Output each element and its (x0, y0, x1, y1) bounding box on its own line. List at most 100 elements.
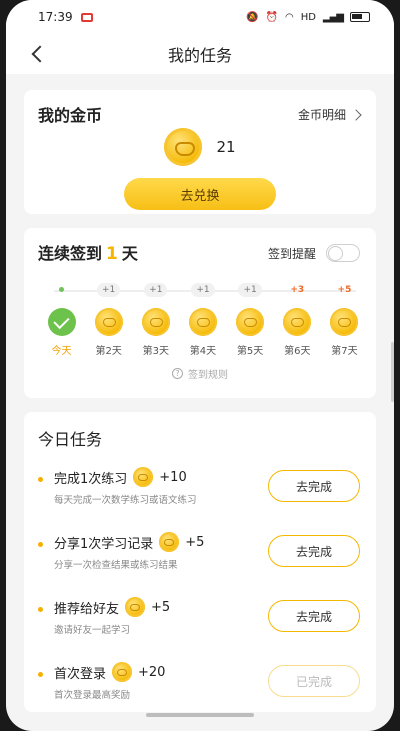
bullet-dot-icon (38, 607, 43, 612)
coins-card: 我的金币 金币明细 21 去兑换 (24, 90, 376, 214)
day-item: 第4天 (179, 308, 226, 357)
day-label: 第4天 (189, 346, 217, 357)
bonus-slot: +1 (132, 283, 179, 297)
task-description: 每天完成一次数学练习或语文练习 (54, 495, 197, 506)
bonus-slot: +1 (227, 283, 274, 297)
bonus-badge: +5 (337, 285, 352, 295)
tasks-card: 今日任务 完成1次练习 +10 每天完成一次数学练习或语文练习 去完成 分享1次… (24, 412, 376, 712)
bonus-row: +1 +1 +1 +1 +3 +5 (38, 283, 368, 297)
coin-icon (330, 308, 359, 336)
task-reward: +5 (151, 599, 171, 615)
bonus-slot: +5 (321, 283, 368, 297)
bonus-badge: +1 (144, 283, 168, 297)
task-go-button[interactable]: 去完成 (268, 470, 360, 502)
tasks-title: 今日任务 (38, 430, 103, 449)
status-right: 🔕 ⏰ ◠ HD ▂▄▆ (246, 12, 370, 23)
task-name: 完成1次练习 (54, 471, 128, 487)
task-description: 邀请好友一起学习 (54, 625, 131, 636)
status-left: 17:39 (38, 10, 93, 24)
alarm-icon: ⏰ (265, 11, 278, 23)
task-name-row: 首次登录 +20 (54, 661, 165, 683)
signin-streak-days: 1 (106, 244, 118, 264)
day-label: 第3天 (142, 346, 169, 357)
network-type: HD (300, 11, 316, 23)
coin-icon (159, 532, 180, 552)
coin-detail-link[interactable]: 金币明细 (297, 106, 362, 123)
question-circle-icon: ? (172, 368, 183, 379)
task-name: 推荐给好友 (54, 601, 120, 617)
task-name: 首次登录 (54, 666, 107, 682)
bonus-badge: +1 (97, 283, 121, 297)
progress-dot (59, 287, 64, 292)
task-reward: +20 (138, 664, 166, 680)
coin-icon (112, 662, 133, 682)
task-reward: +10 (159, 469, 187, 485)
coin-icon (188, 308, 217, 336)
day-item: 第3天 (132, 308, 179, 357)
home-indicator[interactable] (146, 713, 254, 717)
notification-icon (80, 12, 93, 22)
task-name-row: 推荐给好友 +5 (54, 596, 170, 618)
coin-icon (283, 308, 312, 336)
day-label: 第2天 (95, 346, 122, 357)
coin-icon (164, 128, 203, 166)
battery-icon (350, 12, 370, 22)
check-icon (47, 308, 76, 336)
wifi-icon: ◠ (284, 11, 294, 23)
signin-reminder: 签到提醒 (268, 244, 360, 262)
task-name: 分享1次学习记录 (54, 536, 154, 552)
signin-title-suffix: 天 (121, 244, 138, 263)
task-description: 首次登录最高奖励 (54, 690, 131, 701)
bonus-badge: +1 (238, 283, 262, 297)
day-label: 第7天 (331, 346, 358, 357)
coin-balance: 21 (24, 128, 376, 166)
coin-icon (94, 308, 123, 336)
bullet-dot-icon (38, 542, 43, 547)
coin-icon (141, 308, 170, 336)
task-go-button[interactable]: 去完成 (268, 535, 360, 567)
task-item: 完成1次练习 +10 每天完成一次数学练习或语文练习 去完成 (38, 466, 362, 516)
bullet-dot-icon (38, 477, 43, 482)
main-content: 我的金币 金币明细 21 去兑换 连续签到 1 天 签到提醒 +1 +1 +1 … (6, 74, 394, 712)
day-item: 第6天 (274, 308, 321, 357)
day-label: 第6天 (284, 346, 311, 357)
mute-icon: 🔕 (246, 11, 259, 23)
task-go-button[interactable]: 去完成 (268, 600, 360, 632)
page-title: 我的任务 (167, 46, 232, 65)
bonus-slot: +1 (85, 283, 132, 297)
task-description: 分享一次检查结果或练习结果 (54, 560, 178, 571)
task-reward: +5 (185, 534, 205, 550)
coin-detail-label: 金币明细 (297, 108, 346, 122)
day-item: 第2天 (85, 308, 132, 357)
bonus-slot: +3 (274, 283, 321, 297)
signin-rules-label: 签到规则 (188, 370, 228, 381)
task-item: 首次登录 +20 首次登录最高奖励 已完成 (38, 661, 362, 711)
signin-rules-link[interactable]: ? 签到规则 (24, 366, 376, 381)
day-label: 第5天 (236, 346, 264, 357)
back-chevron-icon[interactable] (28, 42, 48, 66)
coin-icon (125, 597, 146, 617)
signal-icon: ▂▄▆ (322, 11, 344, 23)
day-row: 今天 第2天 第3天 第4天 第5天 第6天 第7天 (38, 308, 368, 357)
bonus-badge: +3 (290, 285, 305, 295)
task-completed-button[interactable]: 已完成 (268, 665, 360, 697)
coin-icon (236, 308, 265, 336)
task-name-row: 完成1次练习 +10 (54, 466, 187, 488)
task-name-row: 分享1次学习记录 +5 (54, 531, 204, 553)
reminder-toggle[interactable] (326, 244, 360, 262)
status-bar: 17:39 🔕 ⏰ ◠ HD ▂▄▆ (6, 0, 394, 34)
coin-icon (133, 467, 154, 487)
signin-title-prefix: 连续签到 (38, 244, 103, 263)
day-item: 今天 (38, 308, 85, 357)
bonus-slot: +1 (179, 283, 226, 297)
scrollbar-thumb[interactable] (391, 342, 394, 402)
day-item: 第7天 (321, 308, 368, 357)
day-item: 第5天 (227, 308, 274, 357)
coin-count: 21 (216, 138, 236, 156)
phone-screen: 17:39 🔕 ⏰ ◠ HD ▂▄▆ 我的任务 我的金币 金币明细 21 去兑换… (6, 0, 394, 731)
day-label: 今天 (51, 346, 72, 357)
signin-card: 连续签到 1 天 签到提醒 +1 +1 +1 +1 +3 +5 今天 第2天 第… (24, 228, 376, 398)
bullet-dot-icon (38, 672, 43, 677)
exchange-button[interactable]: 去兑换 (124, 178, 276, 210)
status-time: 17:39 (38, 10, 73, 24)
